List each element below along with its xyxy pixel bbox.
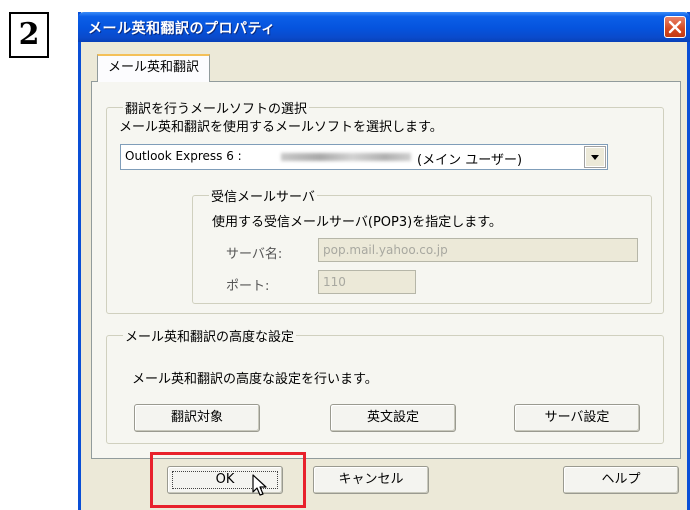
properties-dialog: メール英和翻訳のプロパティ メール英和翻訳 翻訳を行うメールソフトの選択 メール…	[78, 12, 690, 510]
advanced-settings-description: メール英和翻訳の高度な設定を行います。	[132, 372, 378, 387]
dialog-title: メール英和翻訳のプロパティ	[88, 21, 276, 37]
translation-target-button[interactable]: 翻訳対象	[134, 404, 260, 432]
close-icon	[668, 20, 682, 34]
server-name-label: サーバ名:	[226, 247, 283, 262]
chevron-down-icon	[591, 155, 599, 160]
ok-label: OK	[215, 472, 235, 487]
help-button[interactable]: ヘルプ	[563, 466, 679, 494]
mail-software-legend: 翻訳を行うメールソフトの選択	[125, 102, 308, 117]
server-name-field[interactable]: pop.mail.yahoo.co.jp	[318, 238, 638, 262]
blurred-account-name	[281, 153, 411, 161]
advanced-settings-legend: メール英和翻訳の高度な設定	[125, 330, 295, 345]
selected-software-text: Outlook Express 6 :	[125, 149, 242, 163]
tab-panel: 翻訳を行うメールソフトの選択 メール英和翻訳を使用するメールソフトを選択します。…	[91, 81, 681, 459]
selected-user-label: (メイン ユーザー)	[417, 153, 523, 168]
close-button[interactable]	[664, 16, 686, 38]
mail-software-description: メール英和翻訳を使用するメールソフトを選択します。	[119, 120, 443, 135]
english-settings-button[interactable]: 英文設定	[330, 404, 456, 432]
mail-software-select[interactable]: Outlook Express 6 : (メイン ユーザー)	[120, 144, 608, 170]
tab-mail-translation[interactable]: メール英和翻訳	[97, 54, 211, 82]
port-label: ポート:	[226, 279, 270, 294]
title-bar[interactable]: メール英和翻訳のプロパティ	[78, 12, 690, 42]
step-number-badge: 2	[9, 12, 49, 58]
mouse-pointer-icon	[252, 474, 267, 496]
server-settings-button[interactable]: サーバ設定	[514, 404, 640, 432]
dropdown-button[interactable]	[584, 146, 606, 168]
receive-server-legend: 受信メールサーバ	[211, 190, 315, 205]
port-field[interactable]: 110	[318, 270, 416, 294]
cancel-button[interactable]: キャンセル	[313, 466, 429, 494]
receive-server-description: 使用する受信メールサーバ(POP3)を指定します。	[212, 215, 502, 230]
